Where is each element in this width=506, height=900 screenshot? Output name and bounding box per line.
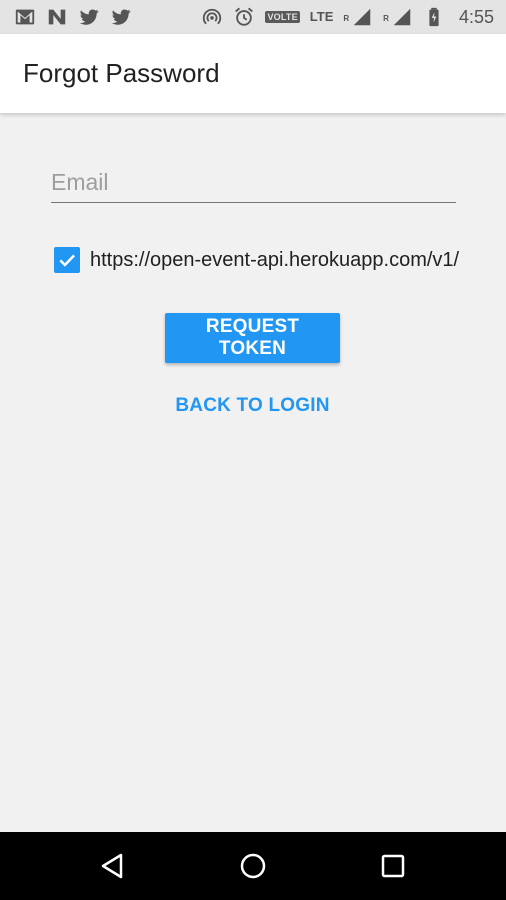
twitter-icon — [110, 6, 132, 28]
api-url-checkbox[interactable] — [54, 247, 80, 273]
app-bar: Forgot Password — [0, 34, 506, 113]
home-icon[interactable] — [235, 848, 271, 884]
system-icons: VOLTE LTE R R 4:55 — [201, 6, 494, 28]
signal-icon — [391, 6, 413, 28]
api-url-option[interactable]: https://open-event-api.herokuapp.com/v1/ — [54, 247, 459, 273]
n-app-icon — [46, 6, 68, 28]
twitter-icon — [78, 6, 100, 28]
gmail-icon — [14, 6, 36, 28]
recents-icon[interactable] — [375, 848, 411, 884]
clock: 4:55 — [458, 6, 494, 27]
lte-icon: LTE — [309, 9, 334, 24]
notification-icons — [14, 6, 132, 28]
page-title: Forgot Password — [23, 58, 220, 88]
hotspot-icon — [201, 6, 223, 28]
back-to-login-link[interactable]: BACK TO LOGIN — [165, 388, 340, 424]
signal-icon — [351, 6, 373, 28]
volte-icon: VOLTE — [265, 11, 300, 23]
request-token-button[interactable]: REQUEST TOKEN — [165, 313, 340, 363]
api-url-label: https://open-event-api.herokuapp.com/v1/ — [90, 248, 460, 271]
roaming-mark: R — [383, 14, 389, 23]
roaming-mark: R — [343, 14, 350, 23]
navigation-bar — [0, 832, 506, 900]
checkmark-icon — [59, 254, 75, 267]
battery-icon — [423, 6, 445, 28]
status-bar: VOLTE LTE R R 4:55 — [0, 0, 506, 34]
back-icon[interactable] — [94, 848, 130, 884]
alarm-icon — [233, 6, 255, 28]
email-field[interactable] — [51, 163, 456, 203]
